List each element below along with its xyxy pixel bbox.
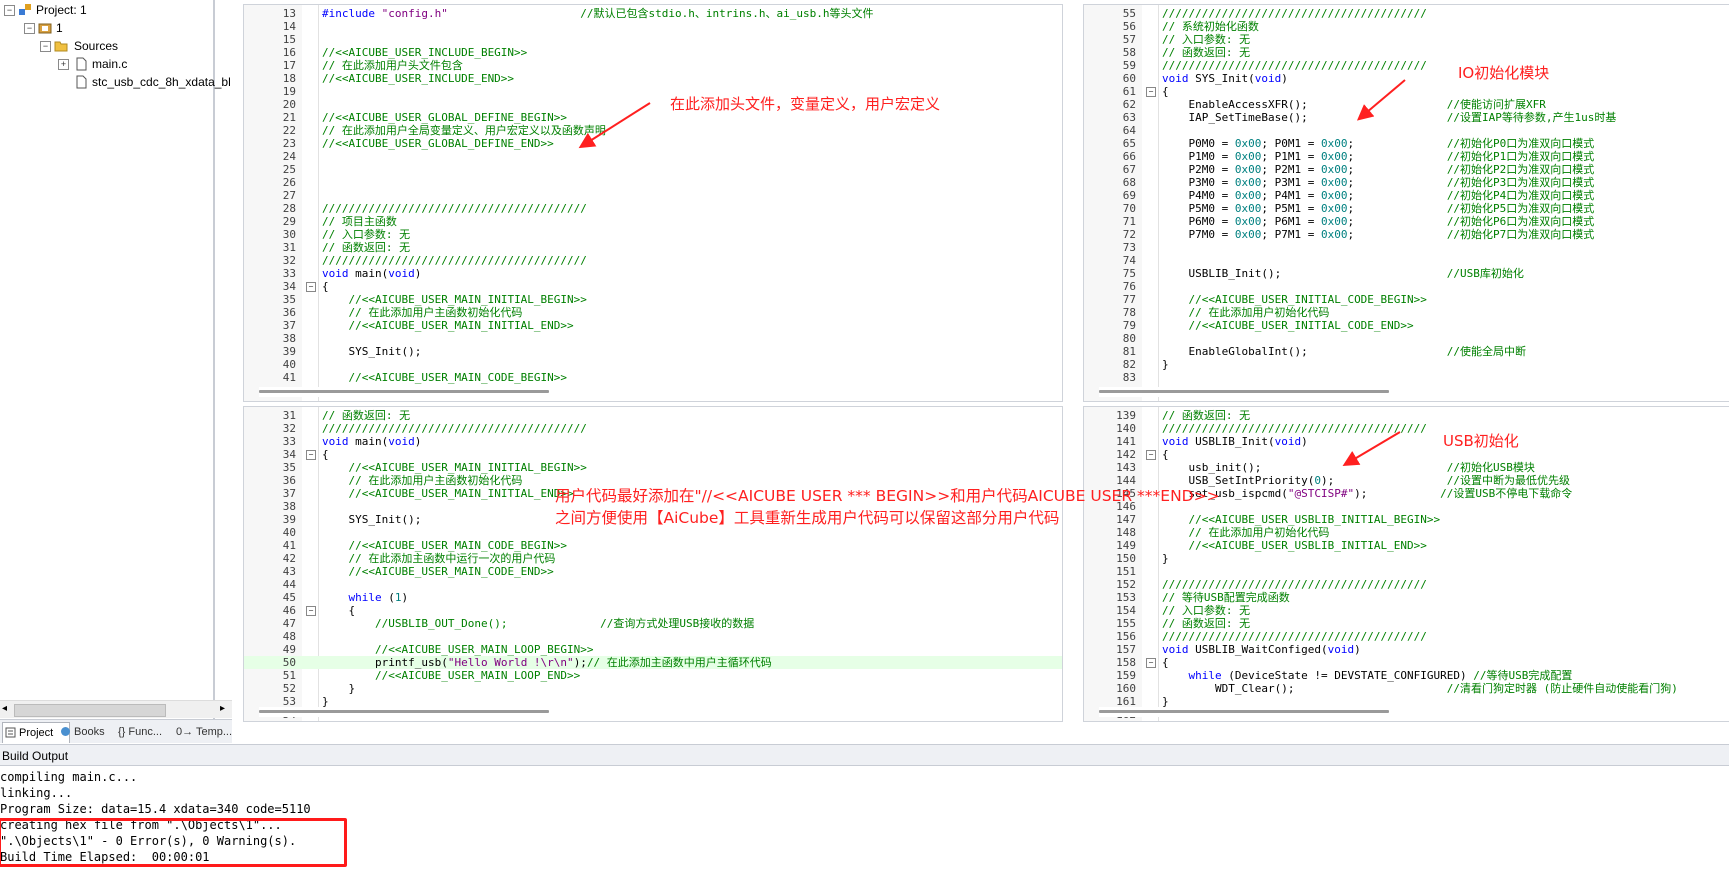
build-result-highlight-box <box>0 818 347 867</box>
arrow-header <box>578 102 651 149</box>
build-output-title: Build Output <box>0 744 1729 766</box>
build-output-line: linking... <box>0 786 73 800</box>
build-output-line: compiling main.c... <box>0 770 138 784</box>
arrow-usb <box>1342 431 1401 467</box>
arrow-io <box>1356 79 1406 121</box>
build-output-line: Program Size: data=15.4 xdata=340 code=5… <box>0 802 311 816</box>
annotation-arrows <box>578 79 1406 467</box>
